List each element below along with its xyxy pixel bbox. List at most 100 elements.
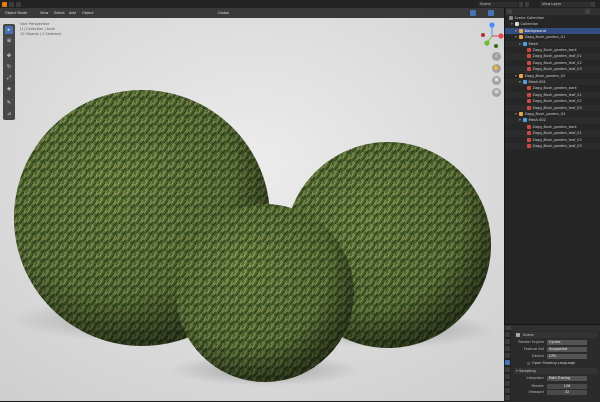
annotate-tool-icon[interactable]: ✎ [5, 99, 13, 107]
overlays-icon[interactable] [450, 10, 456, 16]
menu-object-label: Object [82, 11, 94, 15]
osl-label: Open Shading Language [532, 361, 576, 365]
object-mode-dropdown[interactable]: Object Mode [3, 10, 37, 16]
material-tab-icon[interactable] [505, 388, 510, 393]
scale-tool-icon[interactable]: ⤢ [5, 74, 13, 82]
outliner-row-label: Zagg_Bush_garden_bark [532, 124, 577, 129]
render-engine-value: Cycles [549, 340, 561, 344]
viewport-samples-label: Viewport [528, 390, 544, 394]
outliner-row-label: Collection [520, 22, 539, 27]
view-layer-selector[interactable]: View Layer [540, 1, 592, 7]
perspective-toggle-icon[interactable]: ▦ [492, 88, 501, 97]
material-icon [527, 67, 531, 72]
integrator-label: Integrator [526, 376, 544, 380]
shading-solid-icon[interactable] [470, 10, 476, 16]
sampling-panel-header[interactable]: ▾ Sampling [514, 368, 598, 374]
rotate-tool-icon[interactable]: ↻ [5, 63, 13, 71]
new-scene-icon[interactable] [519, 1, 523, 7]
outliner-row-label: Zagg_Bush_garden_02 [524, 73, 566, 78]
modifier-tab-icon[interactable] [505, 381, 510, 386]
shading-rendered-icon[interactable] [488, 10, 494, 16]
view-layer-label: View Layer [542, 1, 562, 6]
pan-hand-icon[interactable]: ✋ [492, 64, 501, 73]
render-samples-label: Render [531, 384, 544, 388]
menu-add[interactable]: Add [67, 10, 81, 16]
file-menu-icon[interactable] [16, 1, 21, 7]
xray-icon[interactable] [460, 10, 466, 16]
shading-material-icon[interactable] [479, 10, 485, 16]
collection-icon [515, 22, 519, 27]
outliner-row[interactable]: Zagg_Bush_garden_leaf_03 [505, 143, 600, 150]
render-tab-icon[interactable] [505, 339, 510, 344]
filter-icon[interactable] [585, 9, 590, 14]
outliner-header-label: Scene Collection [514, 16, 545, 20]
device-label: Device [532, 354, 544, 358]
material-icon [527, 144, 531, 148]
tool-tab-icon[interactable] [505, 332, 510, 337]
top-bar: Scene View Layer [0, 0, 600, 8]
pivot-point-icon[interactable] [240, 10, 245, 16]
integrator-value: Path Tracing [549, 376, 571, 380]
osl-checkbox-row[interactable]: Open Shading Language [527, 361, 597, 366]
object-icon [519, 73, 523, 78]
cursor-tool-icon[interactable]: ⊕ [5, 37, 13, 45]
outliner-row-label: Zagg_Bush_garden_leaf_03 [532, 144, 582, 148]
proportional-edit-icon[interactable] [256, 10, 261, 16]
object-tab-icon[interactable] [505, 374, 510, 379]
render-samples-field[interactable]: 128 [547, 384, 587, 389]
world-tab-icon[interactable] [505, 367, 510, 372]
scene-selector[interactable]: Scene [478, 1, 518, 7]
material-icon [527, 105, 531, 110]
device-value: CPU [549, 354, 557, 358]
zoom-icon[interactable]: ⌕ [492, 52, 501, 61]
outliner-panel: Scene Collection ▾Collection◉▾Background… [504, 8, 600, 324]
delete-scene-icon[interactable] [525, 1, 529, 7]
texture-tab-icon[interactable] [505, 395, 510, 400]
transform-orientation-dropdown[interactable]: Global [216, 10, 240, 16]
object-icon [519, 35, 523, 40]
measure-tool-icon[interactable]: ⊿ [5, 110, 13, 118]
outliner-type-icon[interactable] [507, 9, 512, 14]
outliner-row-label: Zagg_Bush_garden_leaf_02 [532, 137, 582, 142]
scene-tab-icon[interactable] [505, 360, 510, 365]
menu-view[interactable]: View [38, 10, 53, 16]
properties-scene-row: Scene [514, 332, 598, 338]
feature-set-value: Supported [549, 347, 568, 351]
editor-type-icon[interactable] [9, 1, 14, 7]
mesh-icon [523, 80, 527, 84]
select-tool-icon[interactable]: ▸ [5, 26, 13, 34]
render-engine-label: Render Engine [518, 340, 544, 344]
outliner-row-label: Zagg_Bush_garden_leaf_03 [532, 105, 582, 110]
view-layer-options-icon[interactable] [591, 1, 595, 7]
render-engine-dropdown[interactable]: Cycles [547, 340, 587, 345]
blender-logo-icon[interactable] [2, 1, 7, 7]
osl-checkbox[interactable] [527, 362, 530, 365]
device-dropdown[interactable]: CPU [547, 354, 587, 359]
view-layer-tab-icon[interactable] [505, 353, 510, 358]
output-tab-icon[interactable] [505, 346, 510, 351]
material-icon [527, 60, 531, 65]
viewport-header: Object Mode View Select Add Object Globa… [0, 8, 504, 18]
viewport-samples-field[interactable]: 32 [547, 390, 587, 395]
outliner-row-label: Zagg_Bush_garden_bark [532, 86, 577, 91]
menu-object[interactable]: Object [80, 10, 97, 16]
menu-select[interactable]: Select [52, 10, 68, 16]
navigation-gizmo-icon[interactable] [480, 22, 504, 50]
move-tool-icon[interactable]: ✥ [5, 52, 13, 60]
mesh-icon [523, 41, 527, 46]
outliner-row-label: Zagg_Bush_garden_01 [524, 35, 566, 40]
camera-view-icon[interactable]: ▣ [492, 76, 501, 85]
object-mode-label: Object Mode [5, 11, 28, 15]
scene-collection-icon [509, 16, 513, 20]
visibility-icon[interactable] [440, 10, 446, 16]
feature-set-dropdown[interactable]: Supported [547, 347, 587, 352]
transform-tool-icon[interactable]: ◈ [5, 85, 13, 93]
outliner-row-label: Zagg_Bush_garden_leaf_01 [532, 131, 582, 136]
menu-add-label: Add [69, 11, 76, 15]
integrator-dropdown[interactable]: Path Tracing [547, 376, 587, 381]
bush-front [176, 204, 354, 382]
snap-icon[interactable] [248, 10, 253, 16]
outliner-row-label: Mesh.002 [528, 118, 546, 123]
outliner-row-label: Zagg_Bush_garden_leaf_02 [532, 60, 582, 65]
3d-viewport[interactable]: Object Mode View Select Add Object Globa… [0, 8, 504, 401]
